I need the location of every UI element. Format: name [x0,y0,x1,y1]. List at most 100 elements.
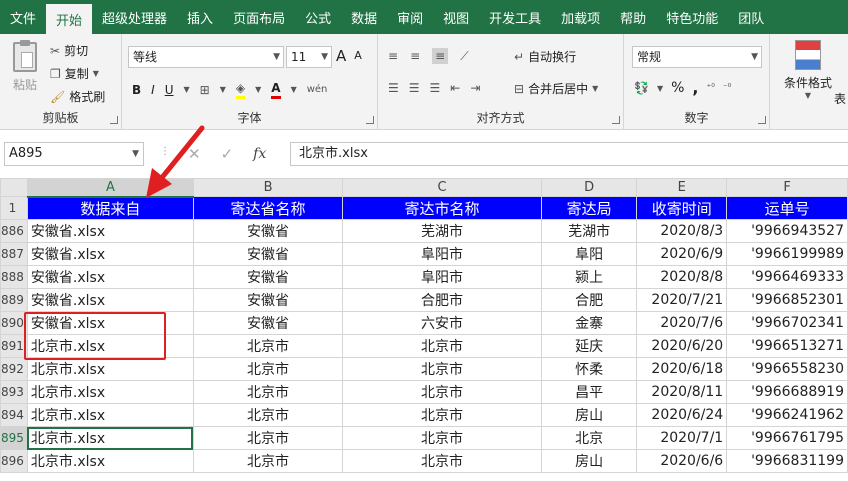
column-header-b[interactable]: B [192,178,344,197]
cell[interactable]: 怀柔 [540,357,638,381]
row-header[interactable]: 895 [0,426,28,450]
menu-tab-10[interactable]: 加载项 [551,0,610,34]
cell[interactable]: 安徽省.xlsx [26,219,194,243]
launcher-icon[interactable] [612,116,620,124]
cell[interactable]: '9966513271 [726,334,848,358]
menu-tab-6[interactable]: 数据 [341,0,387,34]
row-header[interactable]: 891 [0,334,28,358]
shrink-font-button[interactable]: A [354,48,362,64]
cell[interactable]: 合肥 [540,288,638,312]
align-center-icon[interactable]: ☰ [409,80,420,96]
cell[interactable]: 安徽省.xlsx [26,242,194,266]
cell[interactable]: '9966558230 [726,357,848,381]
cell[interactable]: '9966943527 [726,219,848,243]
cell[interactable]: 六安市 [342,311,542,335]
column-header-f[interactable]: F [726,178,848,197]
grow-font-button[interactable]: A [336,48,346,64]
formula-input[interactable]: 北京市.xlsx [290,142,848,166]
menu-tab-11[interactable]: 帮助 [610,0,656,34]
column-header-a[interactable]: A [26,178,194,198]
font-name-select[interactable]: 等线 ▼ [128,46,284,68]
font-color-icon[interactable]: A [271,80,281,99]
menu-tab-12[interactable]: 特色功能 [656,0,728,34]
cell[interactable]: '9966761795 [726,426,848,450]
cell[interactable]: 安徽省.xlsx [26,311,194,335]
column-header-e[interactable]: E [636,178,728,197]
format-table-label[interactable]: 表 [834,90,846,107]
cell[interactable]: 北京市.xlsx [26,334,194,358]
cell[interactable]: 北京市 [342,403,542,427]
menu-tab-13[interactable]: 团队 [728,0,774,34]
row-header[interactable]: 1 [0,196,28,220]
cell[interactable]: '9966469333 [726,265,848,289]
cell[interactable]: 北京市 [192,380,344,404]
cell[interactable]: 房山 [540,403,638,427]
decrease-indent-icon[interactable]: ⇤ [450,80,460,96]
cell[interactable]: 合肥市 [342,288,542,312]
underline-button[interactable]: U [165,82,174,98]
phonetic-icon[interactable]: wén [307,82,328,98]
cell[interactable]: 颍上 [540,265,638,289]
cell[interactable]: 安徽省 [192,288,344,312]
cell[interactable]: 北京市 [192,403,344,427]
cell[interactable]: 北京市 [192,357,344,381]
cell[interactable]: 2020/7/1 [636,426,728,450]
row-header[interactable]: 888 [0,265,28,289]
increase-indent-icon[interactable]: ⇥ [470,80,480,96]
select-all-corner[interactable] [0,178,28,197]
cell[interactable]: 北京市 [192,426,344,450]
cell[interactable]: '9966241962 [726,403,848,427]
cell[interactable]: 昌平 [540,380,638,404]
percent-button[interactable]: % [671,80,684,96]
cell[interactable]: 安徽省 [192,311,344,335]
cell[interactable]: 北京市.xlsx [26,449,194,473]
menu-tab-1[interactable]: 开始 [46,4,93,34]
header-cell[interactable]: 数据来自 [26,196,194,220]
align-middle-icon[interactable]: ≡ [410,48,420,64]
align-bottom-icon[interactable]: ≡ [432,48,449,64]
header-cell[interactable]: 寄达局 [540,196,638,220]
cell[interactable]: 北京市.xlsx [26,380,194,404]
cell[interactable]: 2020/8/3 [636,219,728,243]
enter-icon[interactable]: ✓ [221,145,234,163]
wrap-text-button[interactable]: ↵ 自动换行 [514,48,576,65]
cell[interactable]: 北京市.xlsx [26,357,194,381]
cell[interactable]: 阜阳市 [342,242,542,266]
column-header-c[interactable]: C [342,178,542,197]
font-size-select[interactable]: 11 ▼ [286,46,332,68]
merge-center-button[interactable]: ⊟ 合并后居中 ▼ [514,80,598,97]
launcher-icon[interactable] [110,116,118,124]
italic-button[interactable]: I [151,82,155,98]
cell[interactable]: 安徽省 [192,265,344,289]
align-top-icon[interactable]: ≡ [388,48,398,64]
bold-button[interactable]: B [132,82,141,98]
cell[interactable]: 延庆 [540,334,638,358]
cell[interactable]: 安徽省 [192,242,344,266]
cell[interactable]: 芜湖市 [540,219,638,243]
header-cell[interactable]: 收寄时间 [636,196,728,220]
align-left-icon[interactable]: ☰ [388,80,399,96]
row-header[interactable]: 894 [0,403,28,427]
cell[interactable]: '9966199989 [726,242,848,266]
decrease-decimal-icon[interactable]: ⁻⁰ [723,80,731,96]
comma-button[interactable]: , [692,80,698,96]
cell[interactable]: 阜阳 [540,242,638,266]
cell[interactable]: 2020/6/6 [636,449,728,473]
row-header[interactable]: 890 [0,311,28,335]
cell[interactable]: '9966688919 [726,380,848,404]
menu-tab-3[interactable]: 插入 [177,0,223,34]
menu-tab-2[interactable]: 超级处理器 [92,0,177,34]
menu-tab-8[interactable]: 视图 [433,0,479,34]
menu-tab-4[interactable]: 页面布局 [223,0,295,34]
row-header[interactable]: 892 [0,357,28,381]
insert-function-button[interactable]: fx [253,146,266,162]
cell[interactable]: 北京市.xlsx [26,426,194,450]
cell[interactable]: 北京市 [342,426,542,450]
cell[interactable]: 2020/7/21 [636,288,728,312]
row-header[interactable]: 886 [0,219,28,243]
cell[interactable]: 房山 [540,449,638,473]
cell[interactable]: 北京市 [342,380,542,404]
cancel-icon[interactable]: ✕ [188,145,201,163]
cell[interactable]: 北京市 [342,449,542,473]
cell[interactable]: 2020/6/20 [636,334,728,358]
